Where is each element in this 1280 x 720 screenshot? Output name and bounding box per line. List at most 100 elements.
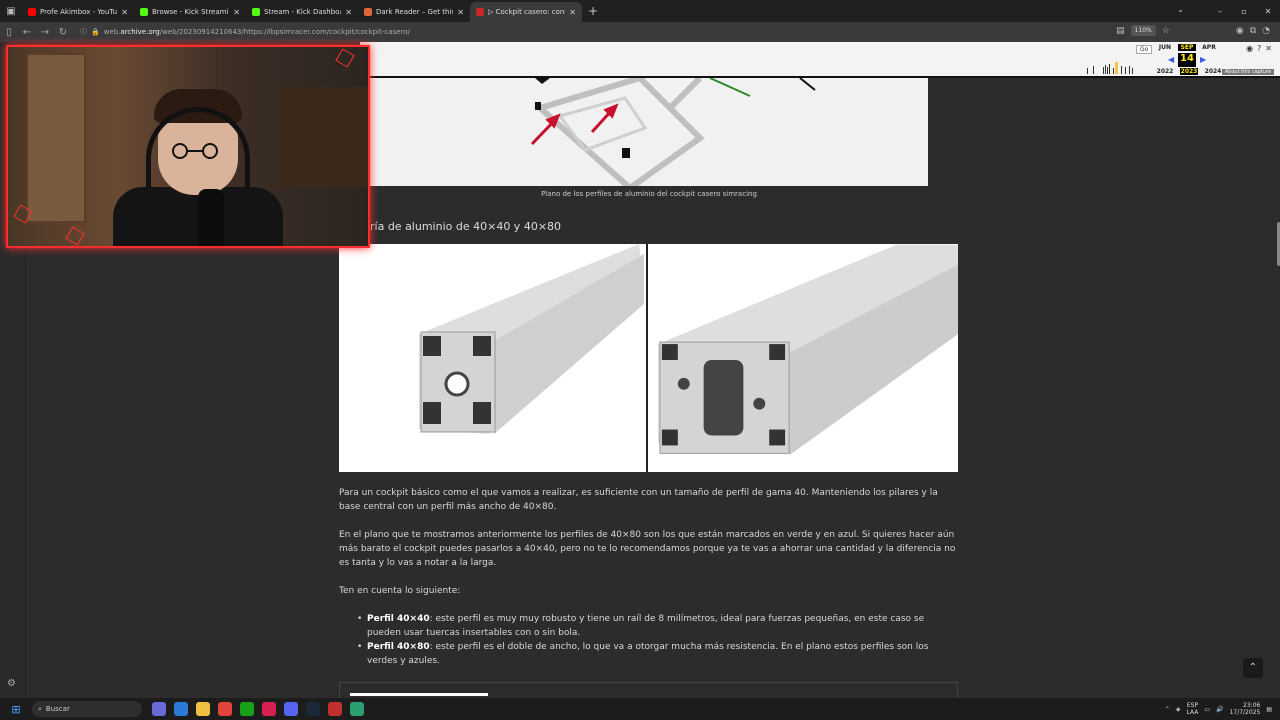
address-bar: ▯ ← → ↻ ⓘ 🔒 web.archive.org/web/20230914… bbox=[0, 22, 1280, 42]
zoom-badge[interactable]: 110% bbox=[1130, 25, 1156, 36]
app-icon[interactable] bbox=[174, 702, 188, 716]
wayback-user-icon[interactable]: ◉ bbox=[1246, 44, 1253, 53]
close-window-button[interactable]: ✕ bbox=[1256, 7, 1280, 16]
tab-actions-icon[interactable]: ▣ bbox=[0, 0, 22, 22]
tray-overflow-icon[interactable]: ⌃ bbox=[1165, 706, 1170, 713]
site-info-icon[interactable]: ⓘ bbox=[80, 27, 87, 37]
tab-favicon-icon bbox=[252, 8, 260, 16]
address-bar-actions: ▤ 110% ☆ ◉ ⧉ ◔ bbox=[1116, 25, 1270, 36]
profile-icon[interactable]: ◔ bbox=[1262, 26, 1270, 36]
minimize-button[interactable]: – bbox=[1208, 7, 1232, 16]
current-year: 2023 bbox=[1180, 68, 1198, 75]
tab-1[interactable]: Profe Akimbox - YouTube ✕ bbox=[22, 2, 134, 22]
task-view-icon[interactable] bbox=[152, 702, 166, 716]
forward-button[interactable]: → bbox=[36, 27, 54, 38]
list-item-text: : este perfil es muy muy robusto y tiene… bbox=[367, 614, 925, 638]
article-body: Para un cockpit básico como el que vamos… bbox=[339, 486, 959, 668]
tab-close-icon[interactable]: ✕ bbox=[569, 8, 576, 17]
tab-search-icon[interactable]: ⌄ bbox=[1177, 5, 1184, 14]
wayback-years: 2022 2023 2024 bbox=[1156, 68, 1222, 75]
tab-2[interactable]: Browse - Kick Streaming ✕ bbox=[134, 2, 246, 22]
reload-button[interactable]: ↻ bbox=[54, 27, 72, 38]
box-bar bbox=[350, 693, 488, 696]
list-item-text: : este perfil es el doble de ancho, lo q… bbox=[367, 642, 929, 666]
keyboard-layout: LAA bbox=[1186, 709, 1199, 716]
tab-close-icon[interactable]: ✕ bbox=[457, 8, 464, 17]
wayback-help-icon[interactable]: ? bbox=[1257, 44, 1261, 53]
list-item: Perfil 40×40: este perfil es muy muy rob… bbox=[357, 612, 959, 640]
sidebar-toggle-icon[interactable]: ▯ bbox=[0, 27, 18, 38]
notifications-icon[interactable]: ▤ bbox=[1266, 706, 1272, 713]
section-heading: ría de aluminio de 40×40 y 40×80 bbox=[370, 220, 562, 233]
profile-list: Perfil 40×40: este perfil es muy muy rob… bbox=[339, 612, 959, 668]
taskbar-apps bbox=[152, 702, 364, 716]
next-capture-arrow-icon[interactable]: ▶ bbox=[1200, 55, 1206, 64]
back-button[interactable]: ← bbox=[18, 27, 36, 38]
about-capture-link[interactable]: About this capture bbox=[1221, 69, 1274, 75]
url-prefix: web. bbox=[103, 28, 121, 36]
paragraph-note: Ten en cuenta lo siguiente: bbox=[339, 586, 461, 596]
language-code: ESP bbox=[1186, 702, 1199, 709]
paragraph-plan: En el plano que te mostramos anteriormen… bbox=[339, 530, 956, 568]
taskbar-search[interactable]: ⌕ Buscar bbox=[32, 701, 142, 717]
scroll-to-top-button[interactable]: ⌃ bbox=[1243, 658, 1263, 678]
table-of-contents-box bbox=[339, 682, 958, 698]
sidebar-settings-icon[interactable]: ⚙ bbox=[7, 678, 16, 689]
tab-strip: ▣ Profe Akimbox - YouTube ✕ Browse - Kick … bbox=[0, 0, 1280, 22]
steam-icon[interactable] bbox=[306, 702, 320, 716]
webcam-overlay bbox=[6, 45, 370, 248]
tab-close-icon[interactable]: ✕ bbox=[121, 8, 128, 17]
tab-close-icon[interactable]: ✕ bbox=[233, 8, 240, 17]
webcam-shelf bbox=[278, 87, 368, 187]
tab-title: Browse - Kick Streaming bbox=[152, 8, 230, 16]
next-month-link[interactable]: APR bbox=[1200, 44, 1218, 51]
profile-40x40-image bbox=[339, 244, 644, 472]
discord-icon[interactable] bbox=[284, 702, 298, 716]
extensions-icon[interactable]: ⧉ bbox=[1250, 26, 1256, 36]
list-item: Perfil 40×80: este perfil es el doble de… bbox=[357, 640, 959, 668]
wayback-months: JUN SEP APR bbox=[1156, 44, 1218, 51]
tab-4[interactable]: Dark Reader – Get this Extensio✕ bbox=[358, 2, 470, 22]
extension-icon[interactable]: ◉ bbox=[1236, 26, 1244, 36]
chrome-icon[interactable] bbox=[218, 702, 232, 716]
start-button[interactable]: ⊞ bbox=[6, 703, 26, 716]
paragraph-intro: Para un cockpit básico como el que vamos… bbox=[339, 488, 938, 512]
wayback-toolbar: Go JUN SEP APR ◀ 14 ▶ 2022 2023 2024 ◉ ?… bbox=[360, 42, 1280, 78]
file-explorer-icon[interactable] bbox=[196, 702, 210, 716]
display-icon[interactable]: ▭ bbox=[1204, 706, 1210, 713]
browser-icon[interactable] bbox=[262, 702, 276, 716]
tab-title: Stream - Kick Dashboard bbox=[264, 8, 341, 16]
prev-month-link[interactable]: JUN bbox=[1156, 44, 1174, 51]
prev-capture-arrow-icon[interactable]: ◀ bbox=[1168, 55, 1174, 64]
volume-icon[interactable]: 🔊 bbox=[1216, 706, 1223, 713]
app-icon[interactable] bbox=[350, 702, 364, 716]
list-item-title: Perfil 40×80 bbox=[367, 642, 430, 652]
language-indicator[interactable]: ESP LAA bbox=[1187, 702, 1199, 716]
wayback-close-icon[interactable]: ✕ bbox=[1265, 44, 1272, 53]
list-item-title: Perfil 40×40 bbox=[367, 614, 430, 624]
tab-5[interactable]: ▷ Cockpit casero: construye tu ✕ bbox=[470, 2, 582, 22]
cockpit-plan-image bbox=[370, 78, 928, 186]
prev-year-link[interactable]: 2022 bbox=[1156, 68, 1174, 75]
clock[interactable]: 23:06 17/7/2025 bbox=[1230, 702, 1261, 716]
url-path: /web/20230914210643/https://lbpsimracer.… bbox=[159, 28, 410, 36]
next-year-link[interactable]: 2024 bbox=[1204, 68, 1222, 75]
wayback-go-button[interactable]: Go bbox=[1136, 45, 1153, 54]
tab-close-icon[interactable]: ✕ bbox=[345, 8, 352, 17]
tab-favicon-icon bbox=[364, 8, 372, 16]
tab-3[interactable]: Stream - Kick Dashboard ✕ bbox=[246, 2, 358, 22]
favorite-star-icon[interactable]: ☆ bbox=[1162, 26, 1170, 36]
network-app-icon[interactable]: ◈ bbox=[1176, 706, 1181, 713]
reader-view-icon[interactable]: ▤ bbox=[1116, 26, 1125, 36]
url-host: archive.org bbox=[120, 28, 160, 36]
system-tray: ⌃ ◈ ESP LAA ▭ 🔊 23:06 17/7/2025 ▤ bbox=[1165, 702, 1272, 716]
tab-title: ▷ Cockpit casero: construye tu bbox=[488, 8, 565, 16]
tab-favicon-icon bbox=[140, 8, 148, 16]
url-field[interactable]: ⓘ 🔒 web.archive.org/web/20230914210643/h… bbox=[80, 27, 410, 37]
tab-favicon-icon bbox=[476, 8, 484, 16]
maximize-button[interactable]: ▫ bbox=[1232, 7, 1256, 16]
new-tab-button[interactable]: + bbox=[588, 4, 598, 18]
xbox-icon[interactable] bbox=[240, 702, 254, 716]
app-icon[interactable] bbox=[328, 702, 342, 716]
tab-title: Dark Reader – Get this Extensio bbox=[376, 8, 454, 16]
